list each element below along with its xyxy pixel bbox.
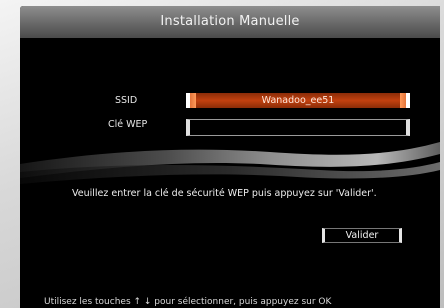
decorative-swoosh [20,142,440,184]
instruction-text: Veuillez entrer la clé de sécurité WEP p… [72,188,377,199]
wep-key-label: Clé WEP [108,119,148,130]
navigation-hint: Utilisez les touches ↑ ↓ pour sélectionn… [44,297,332,307]
validate-button[interactable]: Valider [322,228,402,243]
screen-title: Installation Manuelle [20,6,440,38]
ssid-label: SSID [115,95,138,106]
ssid-field[interactable]: Wanadoo_ee51 [186,93,410,108]
setup-screen: Installation Manuelle SSID Wanadoo_ee51 … [20,6,440,308]
